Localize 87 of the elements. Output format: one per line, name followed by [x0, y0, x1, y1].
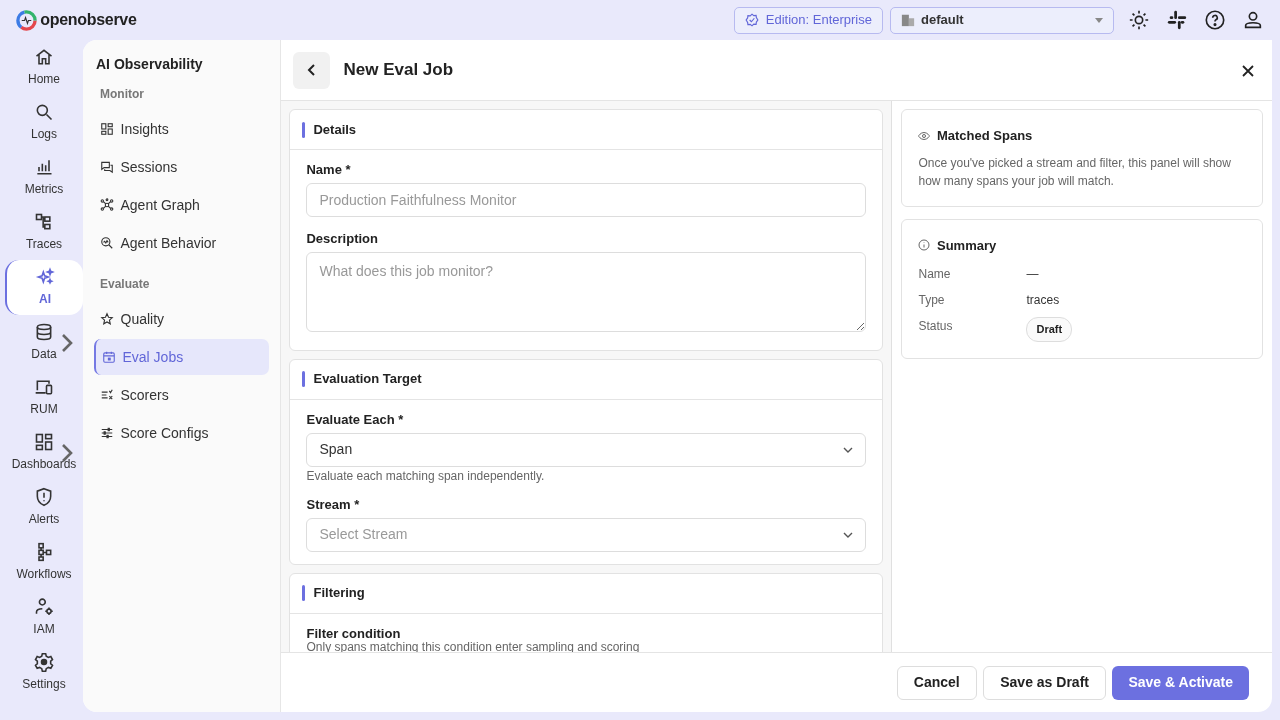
field-label: Name *	[306, 162, 352, 177]
info-icon	[918, 239, 931, 252]
secondary-button[interactable]: Cancel	[896, 665, 977, 700]
rail-nav-item[interactable]: Workflows	[5, 535, 83, 590]
sidebar-item[interactable]: Score Configs	[94, 415, 270, 451]
search-icon	[34, 102, 54, 122]
home-icon	[34, 47, 54, 67]
rail-nav-item[interactable]: Logs	[5, 95, 83, 150]
checklist-icon	[100, 388, 114, 402]
organization-select[interactable]: default	[889, 6, 1114, 34]
secondary-button[interactable]: Save as Draft	[983, 665, 1106, 700]
rail-nav-item[interactable]: Traces	[5, 205, 83, 260]
summary-value: —	[1026, 266, 1039, 283]
graph-nodes-icon	[100, 198, 114, 212]
calendar-icon	[102, 350, 116, 364]
accent-bar	[302, 121, 306, 138]
page-title: New Eval Job	[343, 59, 454, 82]
field-label: Description	[306, 231, 379, 246]
rail-nav-item[interactable]: RUM	[5, 370, 83, 425]
helper-text: Evaluate each matching span independently.	[306, 469, 546, 483]
info-text: Once you've picked a stream and filter, this panel will show how many spans your job will match.	[918, 154, 1232, 190]
status-badge: Draft	[1026, 317, 1073, 342]
magnifier-chart-icon	[100, 236, 114, 250]
shield-alert-icon	[34, 487, 54, 507]
eye-icon	[918, 129, 931, 142]
logo-icon	[16, 9, 37, 31]
sidebar-title: AI Observability	[96, 55, 204, 74]
logo-text[interactable]: openobserve	[40, 8, 137, 32]
close-icon	[1242, 64, 1254, 77]
card-title: Summary	[936, 236, 997, 255]
sidebar-item[interactable]: Quality	[94, 301, 270, 337]
sidebar-item[interactable]: Agent Behavior	[94, 225, 270, 261]
hierarchy-icon	[34, 212, 54, 232]
caret-icon	[843, 531, 854, 538]
user-icon[interactable]	[1242, 9, 1264, 31]
textarea-field[interactable]: What does this job monitor?	[306, 252, 867, 332]
rail-nav-item[interactable]: IAM	[5, 590, 83, 645]
field-label: Stream *	[306, 496, 361, 512]
rail-nav-item[interactable]: Dashboards	[5, 425, 83, 480]
help-icon[interactable]	[1204, 9, 1226, 31]
settings-icon	[34, 652, 54, 672]
accent-bar	[302, 585, 306, 601]
sidebar-item[interactable]: Eval Jobs	[94, 339, 270, 375]
building-icon	[900, 13, 915, 27]
rail-nav-item[interactable]: Data	[5, 315, 83, 370]
edition-badge[interactable]: Edition: Enterprise	[734, 6, 883, 34]
rail-nav-item[interactable]: Home	[5, 40, 83, 95]
section-title: Filtering	[313, 584, 365, 603]
sun-icon[interactable]	[1128, 9, 1150, 31]
section-title: Evaluation Target	[313, 370, 422, 389]
devices-icon	[34, 377, 54, 397]
star-icon	[100, 312, 114, 326]
summary-label: Name	[918, 266, 952, 283]
grid-icon	[100, 122, 114, 136]
summary-label: Status	[918, 318, 954, 335]
summary-value: traces	[1026, 292, 1060, 309]
section-heading: Evaluate	[100, 276, 151, 293]
field-label: Filter condition	[306, 625, 402, 641]
rail-nav-item[interactable]: Alerts	[5, 480, 83, 535]
caret-icon	[1094, 17, 1103, 23]
select-field[interactable]: Span	[306, 432, 867, 467]
accent-bar	[302, 371, 306, 387]
chat-icon	[100, 160, 114, 174]
card-title: Matched Spans	[936, 127, 1033, 145]
section-heading: Monitor	[100, 86, 145, 103]
sparkle-icon	[35, 267, 55, 287]
back-button[interactable]	[293, 51, 331, 89]
user-gear-icon	[34, 597, 54, 617]
database-icon	[34, 322, 54, 342]
text-input[interactable]: Production Faithfulness Monitor	[306, 183, 867, 217]
section-title: Details	[313, 120, 357, 139]
sidebar-item[interactable]: Sessions	[94, 149, 270, 185]
grid-icon	[34, 432, 54, 452]
sidebar-item[interactable]: Scorers	[94, 377, 270, 413]
hash-grid-icon[interactable]	[1166, 9, 1188, 31]
primary-button[interactable]: Save & Activate	[1112, 665, 1249, 700]
rail-nav-item[interactable]: AI	[5, 260, 83, 315]
field-label: Evaluate Each *	[306, 411, 405, 427]
sidebar-item[interactable]: Insights	[94, 111, 270, 147]
sidebar-item[interactable]: Agent Graph	[94, 187, 270, 223]
caret-icon	[843, 446, 854, 453]
verified-badge-icon	[745, 13, 760, 27]
rail-nav-item[interactable]: Metrics	[5, 150, 83, 205]
summary-label: Type	[918, 292, 946, 309]
sliders-icon	[100, 426, 114, 440]
rail-nav-item[interactable]: Settings	[5, 645, 83, 700]
bar-chart-icon	[34, 157, 54, 177]
